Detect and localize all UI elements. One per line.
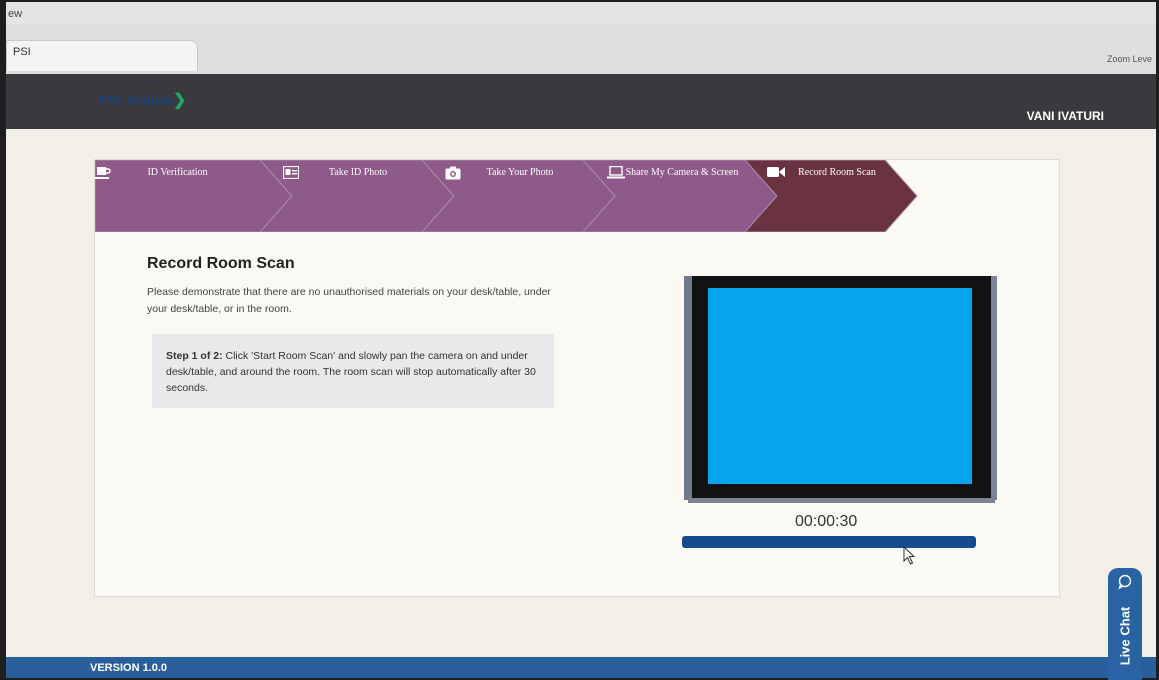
browser-tab-title: PSI bbox=[13, 46, 31, 58]
scan-progress-bar bbox=[682, 536, 976, 548]
step-take-id-photo: Take ID Photo bbox=[283, 160, 433, 232]
step-progress-bar: ID Verification Take ID Photo Take Your … bbox=[95, 160, 1059, 232]
laptop-icon bbox=[607, 166, 625, 179]
psi-logo[interactable]: PSI Online❯ bbox=[98, 90, 187, 110]
video-edge bbox=[684, 276, 692, 500]
browser-tab-psi[interactable]: PSI bbox=[6, 40, 198, 71]
step-label: Take ID Photo bbox=[328, 167, 388, 178]
room-scan-card: ID Verification Take ID Photo Take Your … bbox=[94, 159, 1060, 597]
version-label: VERSION 1.0.0 bbox=[90, 662, 168, 674]
step-label: ID Verification bbox=[147, 167, 208, 178]
step-label: Record Room Scan bbox=[798, 167, 876, 178]
screen: ew PSI Zoom Leve PSI Online❯ VANI IVATUR… bbox=[6, 2, 1156, 678]
camera-icon bbox=[445, 166, 461, 180]
step-record-room-scan: Record Room Scan bbox=[767, 160, 907, 232]
scan-timer: 00:00:30 bbox=[795, 513, 858, 530]
video-edge bbox=[991, 276, 997, 500]
instruction-box: Step 1 of 2: Click 'Start Room Scan' and… bbox=[152, 334, 554, 408]
video-feed bbox=[708, 288, 972, 484]
live-chat-button[interactable]: Live Chat bbox=[1108, 568, 1142, 680]
footer: VERSION 1.0.0 bbox=[6, 657, 1156, 678]
page-description: Please demonstrate that there are no una… bbox=[147, 286, 551, 315]
scan-progress-fill bbox=[682, 536, 976, 548]
step-id-verification: ID Verification bbox=[95, 160, 260, 232]
step-label: Share My Camera & Screen bbox=[625, 167, 739, 178]
menu-item-view[interactable]: ew bbox=[8, 8, 22, 20]
browser-tab-bar: PSI Zoom Leve bbox=[6, 24, 1156, 81]
logo-text: PSI Online bbox=[98, 92, 174, 108]
chat-bubble-icon bbox=[1118, 574, 1132, 590]
instruction-step-number: Step 1 of 2: bbox=[166, 350, 223, 362]
step-share-camera-screen: Share My Camera & Screen bbox=[607, 160, 757, 232]
video-edge bbox=[688, 498, 995, 503]
browser-menu-strip: ew bbox=[6, 2, 1156, 24]
page-body: ID Verification Take ID Photo Take Your … bbox=[6, 129, 1156, 657]
step-take-your-photo: Take Your Photo bbox=[445, 160, 595, 232]
live-chat-label: Live Chat bbox=[1117, 606, 1133, 666]
mouse-cursor-icon bbox=[903, 546, 916, 565]
user-name[interactable]: VANI IVATURI bbox=[1027, 109, 1104, 123]
page-title: Record Room Scan bbox=[147, 255, 295, 272]
id-card-icon bbox=[283, 166, 299, 179]
step-label: Take Your Photo bbox=[486, 167, 554, 178]
coffee-cup-icon bbox=[95, 167, 111, 179]
app-header: PSI Online❯ VANI IVATURI bbox=[6, 74, 1156, 129]
video-camera-icon bbox=[767, 167, 785, 177]
zoom-level-label[interactable]: Zoom Leve bbox=[1107, 54, 1152, 64]
logo-arrow-icon: ❯ bbox=[173, 92, 187, 109]
instruction-text: Step 1 of 2: Click 'Start Room Scan' and… bbox=[166, 348, 546, 396]
video-preview bbox=[684, 276, 997, 503]
